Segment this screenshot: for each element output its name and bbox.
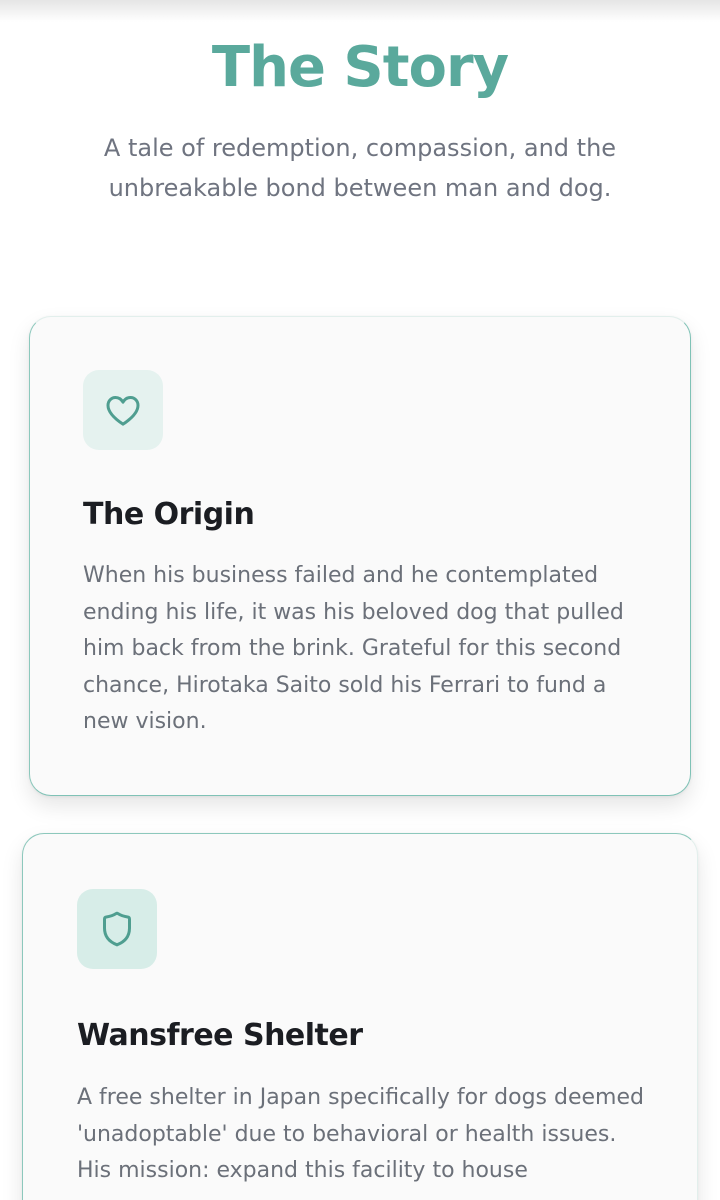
section-title: The Story [211,35,509,100]
story-card-shelter: Wansfree Shelter A free shelter in Japan… [22,833,698,1200]
story-card-origin: The Origin When his business failed and … [29,316,691,796]
card-description: When his business failed and he contempl… [83,563,624,734]
heart-icon [106,396,140,426]
shield-icon [103,911,131,947]
card-title: The Origin [83,497,255,532]
card-description: A free shelter in Japan specifically for… [77,1085,644,1183]
section-subtitle: A tale of redemption, compassion, and th… [103,134,617,202]
shield-icon-badge [77,889,157,969]
header-shadow [0,0,720,22]
card-title: Wansfree Shelter [77,1018,363,1053]
heart-icon-badge [83,370,163,450]
